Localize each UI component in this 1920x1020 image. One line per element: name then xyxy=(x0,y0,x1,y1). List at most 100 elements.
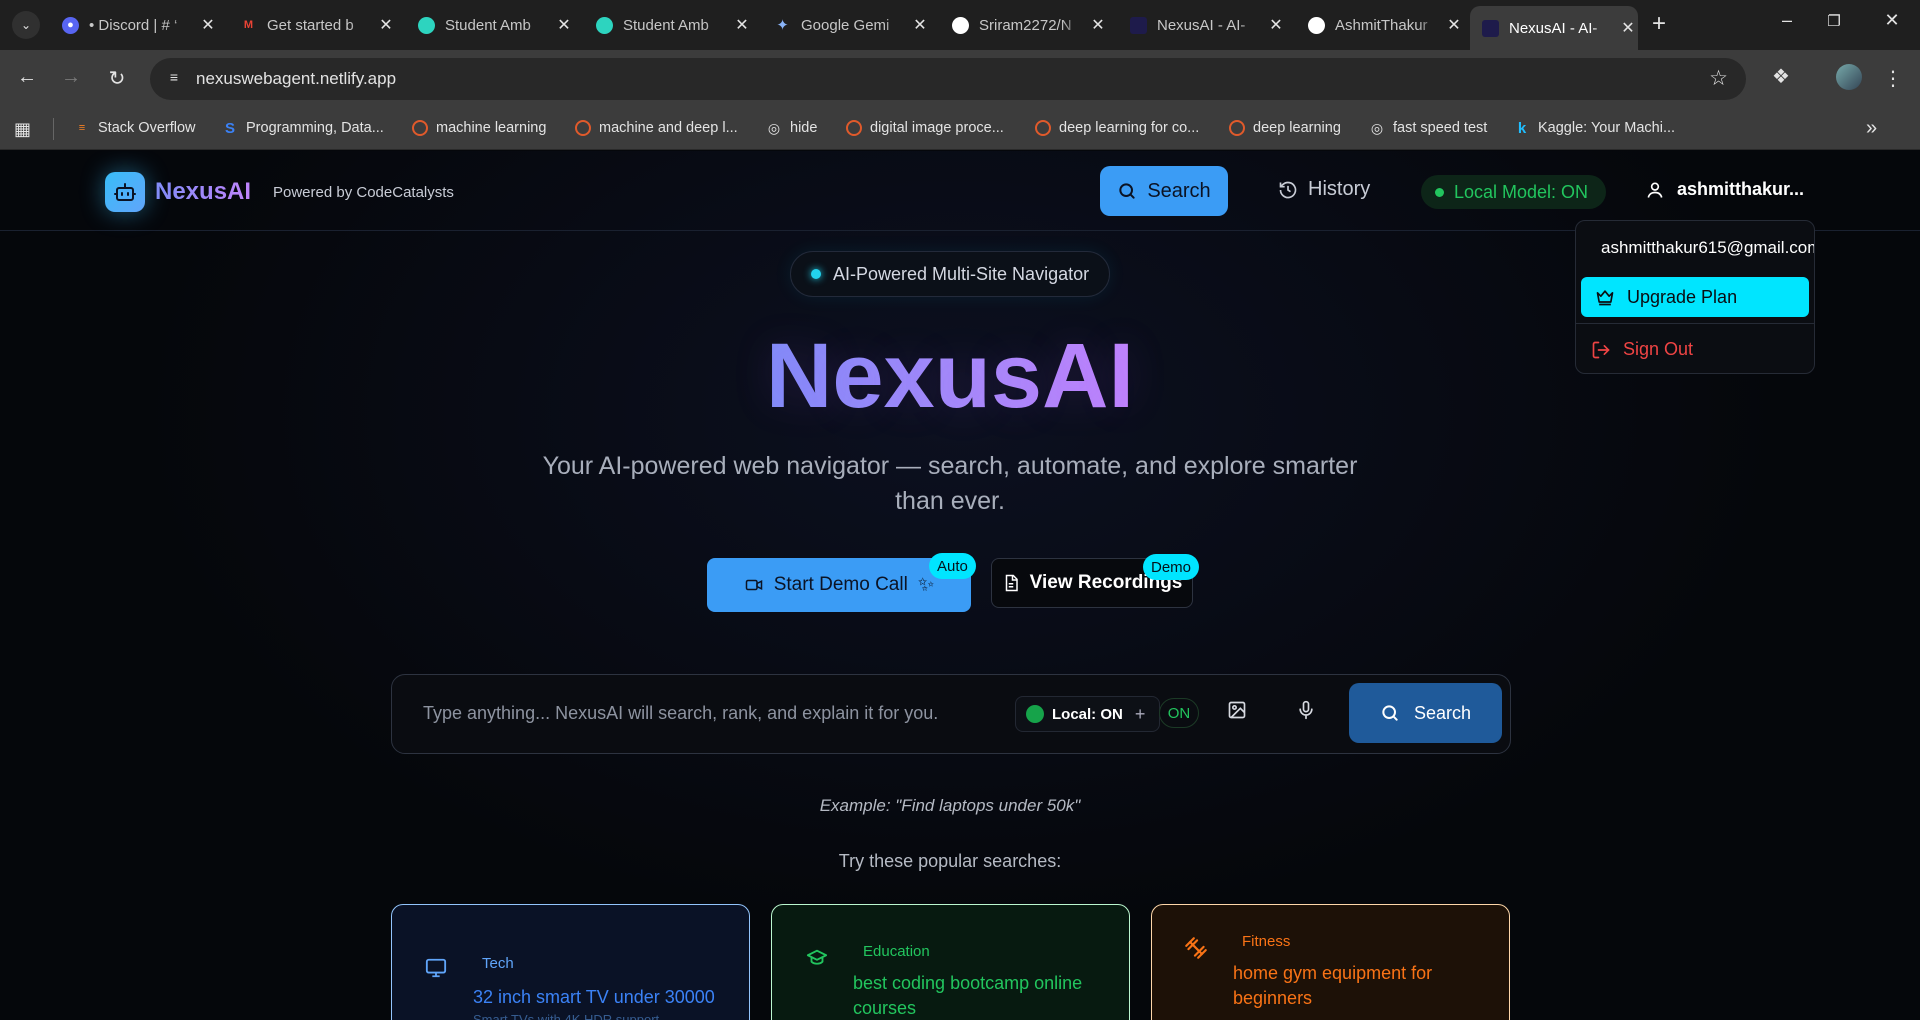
bookmark-item[interactable]: ◎ fast speed test xyxy=(1369,119,1488,137)
bookmark-label: deep learning xyxy=(1253,120,1341,136)
user-email: ashmitthakur615@gmail.com xyxy=(1601,238,1815,257)
history-icon xyxy=(1279,181,1297,198)
cloud-icon xyxy=(418,16,435,34)
card-query: home gym equipment for beginners xyxy=(1233,963,1433,1008)
tab-close-icon[interactable]: ✕ xyxy=(198,15,218,35)
bookmark-item[interactable]: ◎ hide xyxy=(766,120,818,137)
popular-search-card-fitness[interactable]: Fitness home gym equipment for beginners xyxy=(1151,904,1510,1020)
document-icon xyxy=(1005,574,1018,592)
back-icon[interactable]: ← xyxy=(14,66,40,89)
tab-close-icon[interactable]: ✕ xyxy=(1088,15,1108,35)
tab-close-icon[interactable]: ✕ xyxy=(910,15,930,35)
card-category: Fitness xyxy=(1242,933,1291,950)
tab-close-icon[interactable]: ✕ xyxy=(1618,18,1638,38)
bookmark-item[interactable]: machine and deep l... xyxy=(575,120,738,136)
reload-icon[interactable]: ↻ xyxy=(104,66,130,91)
browser-tab[interactable]: AshmitThakur ✕ xyxy=(1296,7,1464,43)
address-bar[interactable]: ≡ nexuswebagent.netlify.app ☆ xyxy=(150,58,1746,100)
apps-grid-icon[interactable]: ▦ xyxy=(14,119,31,140)
tab-title: NexusAI - AI- xyxy=(1509,19,1598,37)
restore-icon[interactable]: ❐ xyxy=(1822,12,1846,30)
main-search-bar: Type anything... NexusAI will search, ra… xyxy=(391,674,1511,754)
bookmark-item[interactable]: deep learning for co... xyxy=(1035,120,1199,136)
bookmark-label: deep learning for co... xyxy=(1059,120,1200,136)
bookmark-label: fast speed test xyxy=(1393,120,1488,136)
tab-close-icon[interactable]: ✕ xyxy=(1266,15,1286,35)
window-close-icon[interactable]: ✕ xyxy=(1880,10,1904,31)
crown-icon xyxy=(1596,290,1614,306)
tab-close-icon[interactable]: ✕ xyxy=(732,15,752,35)
bookmark-label: Kaggle: Your Machi... xyxy=(1538,120,1676,136)
bookmark-label: Stack Overflow xyxy=(98,120,196,136)
plus-icon[interactable]: + xyxy=(1135,704,1146,725)
github-icon xyxy=(952,16,969,34)
menu-dots-icon[interactable]: ⋮ xyxy=(1880,66,1906,91)
new-tab-button[interactable]: + xyxy=(1652,12,1666,36)
search-submit-button[interactable]: Search xyxy=(1349,683,1502,743)
user-menu-button[interactable]: ashmitthakur... xyxy=(1645,179,1804,200)
extensions-icon[interactable]: ❖ xyxy=(1768,64,1794,89)
tab-close-icon[interactable]: ✕ xyxy=(554,15,574,35)
bookmark-item[interactable]: digital image proce... xyxy=(846,120,1004,136)
tab-title: Google Gemi xyxy=(801,16,890,34)
browser-tab[interactable]: NexusAI - AI- ✕ xyxy=(1118,7,1286,43)
history-button[interactable]: History xyxy=(1278,178,1370,201)
search-icon xyxy=(1119,183,1135,199)
address-toolbar: ← → ↻ ≡ nexuswebagent.netlify.app ☆ ❖ ⋮ xyxy=(0,50,1920,108)
ring-icon xyxy=(1229,120,1245,136)
nexus-icon xyxy=(1130,16,1147,34)
browser-tab-active[interactable]: NexusAI - AI- ✕ xyxy=(1470,6,1638,50)
search-input[interactable]: Type anything... NexusAI will search, ra… xyxy=(423,703,938,724)
browser-tab[interactable]: ● • Discord | # ‘ ✕ xyxy=(50,7,218,43)
image-upload-icon[interactable] xyxy=(1227,700,1247,726)
browser-tab[interactable]: ✦ Google Gemi ✕ xyxy=(762,7,930,43)
auto-badge: Auto xyxy=(929,553,976,579)
browser-tab[interactable]: Sriram2272/N ✕ xyxy=(940,7,1108,43)
username-label: ashmitthakur... xyxy=(1677,179,1805,199)
local-toggle-label: Local: ON xyxy=(1052,705,1123,723)
stackoverflow-icon: ≡ xyxy=(78,122,86,134)
bookmark-item[interactable]: ≡ Stack Overflow xyxy=(74,120,196,136)
popular-search-card-education[interactable]: Education best coding bootcamp online co… xyxy=(771,904,1130,1020)
tab-close-icon[interactable]: ✕ xyxy=(1444,15,1464,35)
browser-tab[interactable]: M Get started b ✕ xyxy=(228,7,396,43)
robot-logo-icon[interactable] xyxy=(105,172,145,212)
upgrade-plan-button[interactable]: Upgrade Plan xyxy=(1581,277,1809,317)
popular-search-card-tech[interactable]: Tech 32 inch smart TV under 30000 Smart … xyxy=(391,904,750,1020)
globe-icon: ◎ xyxy=(1370,119,1384,136)
hero-badge: AI-Powered Multi-Site Navigator xyxy=(790,251,1111,297)
more-bookmarks-icon[interactable]: » xyxy=(1866,117,1877,140)
forward-icon[interactable]: → xyxy=(58,66,84,89)
bookmark-item[interactable]: S Programming, Data... xyxy=(222,120,384,137)
on-toggle[interactable]: ON xyxy=(1159,698,1199,728)
card-category: Education xyxy=(863,943,930,960)
local-model-status-badge[interactable]: Local Model: ON xyxy=(1421,175,1607,209)
tab-close-icon[interactable]: ✕ xyxy=(376,15,396,35)
dumbbell-icon xyxy=(1183,935,1209,967)
tab-title: NexusAI - AI- xyxy=(1157,16,1246,34)
profile-avatar[interactable] xyxy=(1836,64,1862,90)
local-toggle[interactable]: Local: ON + xyxy=(1015,696,1161,732)
bookmark-item[interactable]: machine learning xyxy=(412,120,546,136)
ring-icon xyxy=(575,120,591,136)
discord-icon: ● xyxy=(62,16,79,34)
header-search-button[interactable]: Search xyxy=(1100,166,1228,216)
minimize-icon[interactable]: – xyxy=(1775,10,1799,31)
tab-search-dropdown[interactable]: ⌄ xyxy=(12,11,40,39)
browser-tab[interactable]: Student Amb ✕ xyxy=(584,7,752,43)
app-header: NexusAI Powered by CodeCatalysts Search … xyxy=(0,151,1920,231)
kaggle-icon: k xyxy=(1517,119,1527,137)
microphone-icon[interactable] xyxy=(1296,700,1316,726)
bookmark-item[interactable]: deep learning xyxy=(1229,120,1341,136)
card-category: Tech xyxy=(482,955,514,972)
bookmark-label: machine and deep l... xyxy=(599,120,738,136)
brand-name[interactable]: NexusAI xyxy=(155,178,251,206)
hero-title: NexusAI xyxy=(0,324,1900,429)
local-model-label: Local Model: ON xyxy=(1454,181,1589,202)
url-text[interactable]: nexuswebagent.netlify.app xyxy=(196,69,396,89)
bookmark-item[interactable]: k Kaggle: Your Machi... xyxy=(1514,119,1676,137)
bookmark-label: machine learning xyxy=(436,120,547,136)
site-info-icon[interactable]: ≡ xyxy=(164,69,184,89)
bookmark-star-icon[interactable]: ☆ xyxy=(1709,66,1728,91)
browser-tab[interactable]: Student Amb ✕ xyxy=(406,7,574,43)
